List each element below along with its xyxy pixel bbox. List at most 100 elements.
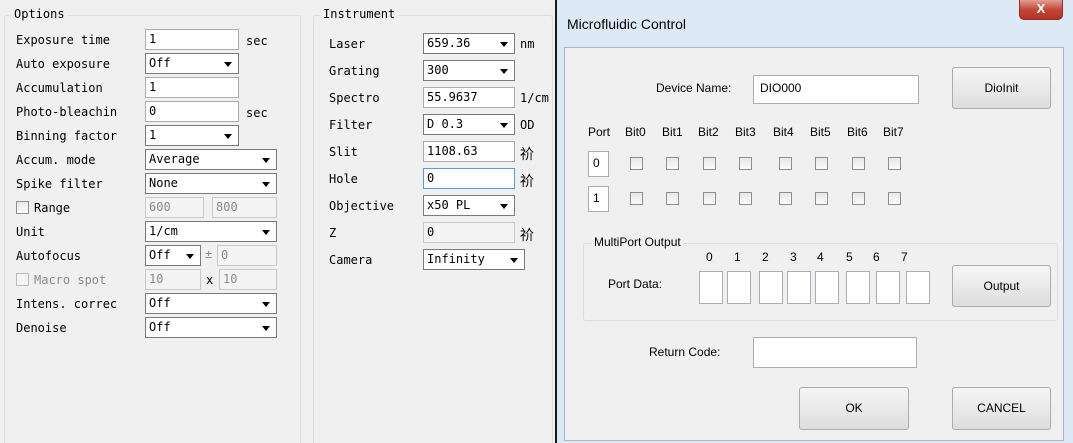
- accumulation-label: Accumulation: [16, 81, 103, 95]
- port-data-bit-4[interactable]: [815, 271, 839, 304]
- binning-factor-dropdown[interactable]: 1: [145, 125, 239, 146]
- chevron-down-icon: [186, 254, 194, 259]
- intens-correc-dropdown[interactable]: Off: [145, 293, 277, 314]
- port-data-index-5: 5: [846, 250, 853, 264]
- laser-unit: nm: [520, 37, 535, 51]
- port-1-bit6-checkbox[interactable]: [852, 192, 865, 205]
- laser-dropdown[interactable]: 659.36: [423, 33, 515, 54]
- photo-bleaching-input[interactable]: 0: [145, 101, 239, 122]
- objective-dropdown[interactable]: x50 PL: [423, 195, 515, 216]
- port-1-bit5-checkbox[interactable]: [815, 192, 828, 205]
- device-name-label: Device Name:: [656, 81, 732, 95]
- port-data-bit-2[interactable]: [759, 271, 783, 304]
- ok-button[interactable]: OK: [799, 387, 909, 430]
- dialog-title: Microfluidic Control: [567, 16, 687, 32]
- filter-dropdown[interactable]: D 0.3: [423, 114, 515, 135]
- filter-unit: OD: [520, 118, 535, 132]
- macro-spot-x-input[interactable]: 10: [145, 269, 201, 290]
- port-data-index-2: 2: [762, 250, 769, 264]
- port-data-bit-6[interactable]: [876, 271, 900, 304]
- range-label: Range: [34, 201, 71, 215]
- spike-filter-value: None: [149, 176, 178, 190]
- port-1-bit2-checkbox[interactable]: [703, 192, 716, 205]
- port-data-index-6: 6: [873, 250, 880, 264]
- port-data-bit-5[interactable]: [846, 271, 870, 304]
- port-0-bit2-checkbox[interactable]: [703, 157, 716, 170]
- chevron-down-icon: [510, 258, 518, 263]
- port-0-bit1-checkbox[interactable]: [666, 157, 679, 170]
- port-0-bit7-checkbox[interactable]: [888, 157, 901, 170]
- port-1-bit7-checkbox[interactable]: [888, 192, 901, 205]
- port-1-field[interactable]: 1: [588, 186, 609, 212]
- chevron-down-icon: [500, 123, 508, 128]
- bit1-header: Bit1: [662, 125, 683, 139]
- denoise-value: Off: [149, 320, 171, 334]
- port-data-bit-7[interactable]: [906, 271, 930, 304]
- multiport-output-title: MultiPort Output: [592, 235, 683, 249]
- accumulation-input[interactable]: 1: [145, 77, 239, 98]
- exposure-time-input[interactable]: 1: [145, 29, 239, 50]
- chevron-down-icon: [262, 230, 270, 235]
- grating-value: 300: [427, 63, 449, 77]
- photo-bleaching-label: Photo-bleachin: [16, 105, 118, 119]
- intens-correc-value: Off: [149, 296, 171, 310]
- autofocus-dropdown[interactable]: Off: [145, 245, 201, 266]
- intens-correc-label: Intens. correc: [16, 297, 118, 311]
- macro-spot-label: Macro spot: [34, 273, 107, 287]
- port-data-bit-3[interactable]: [787, 271, 811, 304]
- accum-mode-value: Average: [149, 152, 200, 166]
- slit-input[interactable]: 1108.63: [423, 141, 515, 162]
- port-0-bit6-checkbox[interactable]: [852, 157, 865, 170]
- z-input[interactable]: 0: [423, 222, 515, 243]
- denoise-dropdown[interactable]: Off: [145, 317, 277, 338]
- macro-spot-y-input[interactable]: 10: [219, 269, 277, 290]
- camera-label: Camera: [329, 253, 373, 267]
- port-0-bit4-checkbox[interactable]: [779, 157, 792, 170]
- camera-dropdown[interactable]: Infinity: [423, 249, 525, 270]
- cancel-button[interactable]: CANCEL: [952, 387, 1051, 430]
- autofocus-value: Off: [149, 248, 171, 262]
- close-button[interactable]: X: [1019, 0, 1063, 20]
- chevron-down-icon: [262, 158, 270, 163]
- device-name-input[interactable]: DIO000: [753, 75, 919, 104]
- unit-dropdown[interactable]: 1/cm: [145, 221, 277, 242]
- auto-exposure-value: Off: [149, 56, 171, 70]
- port-data-bit-1[interactable]: [727, 271, 751, 304]
- chevron-down-icon: [500, 204, 508, 209]
- autofocus-offset-input[interactable]: 0: [217, 245, 277, 266]
- port-1-bit0-checkbox[interactable]: [630, 192, 643, 205]
- autofocus-label: Autofocus: [16, 249, 82, 263]
- spectro-label: Spectro: [329, 91, 380, 105]
- hole-input[interactable]: 0: [423, 168, 515, 189]
- port-data-index-4: 4: [817, 250, 824, 264]
- dioinit-button[interactable]: DioInit: [952, 67, 1051, 109]
- bit4-header: Bit4: [773, 125, 794, 139]
- bit6-header: Bit6: [847, 125, 868, 139]
- objective-value: x50 PL: [427, 198, 471, 212]
- port-1-bit4-checkbox[interactable]: [779, 192, 792, 205]
- output-button[interactable]: Output: [952, 265, 1051, 307]
- port-1-bit1-checkbox[interactable]: [666, 192, 679, 205]
- laser-value: 659.36: [427, 36, 471, 50]
- spectro-input[interactable]: 55.9637: [423, 87, 515, 108]
- port-1-bit3-checkbox[interactable]: [739, 192, 752, 205]
- z-unit: 祄: [520, 228, 534, 244]
- accum-mode-dropdown[interactable]: Average: [145, 149, 277, 170]
- exposure-time-label: Exposure time: [16, 33, 110, 47]
- spike-filter-dropdown[interactable]: None: [145, 173, 277, 194]
- range-to-input[interactable]: 800: [212, 197, 277, 218]
- range-checkbox[interactable]: [16, 201, 29, 214]
- port-0-bit0-checkbox[interactable]: [630, 157, 643, 170]
- port-0-field[interactable]: 0: [588, 151, 609, 177]
- port-0-bit5-checkbox[interactable]: [815, 157, 828, 170]
- macro-spot-checkbox[interactable]: [16, 273, 29, 286]
- grating-dropdown[interactable]: 300: [423, 60, 515, 81]
- port-data-bit-0[interactable]: [699, 271, 723, 304]
- filter-value: D 0.3: [427, 117, 464, 131]
- spike-filter-label: Spike filter: [16, 177, 103, 191]
- range-from-input[interactable]: 600: [145, 197, 204, 218]
- port-0-bit3-checkbox[interactable]: [739, 157, 752, 170]
- auto-exposure-dropdown[interactable]: Off: [145, 53, 239, 74]
- filter-label: Filter: [329, 118, 373, 132]
- dialog-body: Device Name: DIO000 DioInit Port Bit0 Bi…: [564, 47, 1064, 441]
